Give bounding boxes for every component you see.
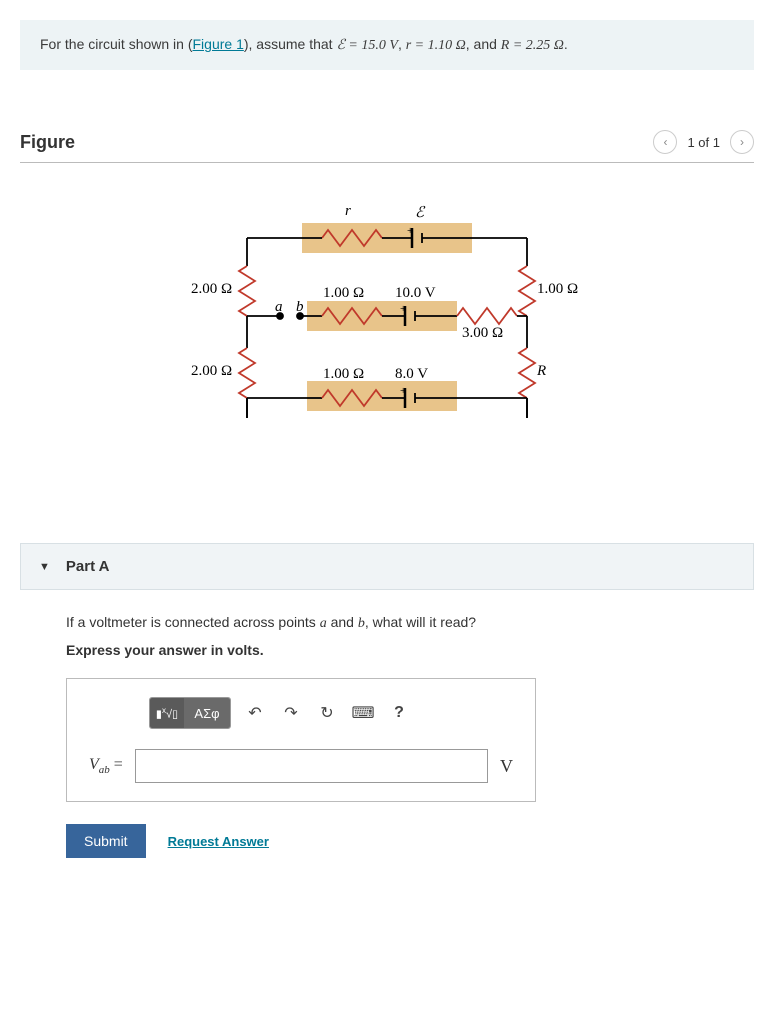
circuit-left-bottom-r: 2.00 Ω bbox=[191, 363, 232, 380]
chevron-left-icon: ‹ bbox=[663, 135, 667, 149]
reset-icon: ↻ bbox=[320, 703, 333, 723]
undo-button[interactable]: ↶ bbox=[243, 701, 267, 725]
circuit-node-a: a bbox=[275, 299, 283, 316]
problem-text-5: . bbox=[564, 36, 568, 52]
request-answer-link[interactable]: Request Answer bbox=[168, 834, 269, 849]
answer-input[interactable] bbox=[135, 749, 488, 783]
problem-text-3: , bbox=[398, 36, 406, 52]
question-var-a: a bbox=[320, 616, 327, 631]
r-equation: r = 1.10 Ω bbox=[406, 38, 466, 53]
svg-text:+: + bbox=[400, 303, 406, 315]
circuit-svg: + + + bbox=[187, 203, 587, 453]
answer-unit: V bbox=[500, 756, 513, 777]
redo-button[interactable]: ↷ bbox=[279, 701, 303, 725]
R-equation: R = 2.25 Ω bbox=[501, 38, 564, 53]
chevron-right-icon: › bbox=[740, 135, 744, 149]
answer-var-sub: ab bbox=[99, 764, 110, 776]
figure-pager: 1 of 1 bbox=[687, 135, 720, 150]
circuit-node-b: b bbox=[296, 299, 304, 316]
circuit-bot-v: 8.0 V bbox=[395, 366, 428, 383]
answer-toolbar: ▮x√▯ ΑΣφ ↶ ↷ ↻ ⌨ ? bbox=[149, 697, 513, 729]
instruction-text: Express your answer in volts. bbox=[66, 642, 724, 658]
help-button[interactable]: ? bbox=[387, 701, 411, 725]
circuit-right-top-r: 1.00 Ω bbox=[537, 281, 578, 298]
part-title: Part A bbox=[66, 558, 110, 575]
answer-variable: Vab = bbox=[89, 756, 123, 776]
circuit-e-label: ℰ bbox=[415, 203, 424, 222]
svg-text:+: + bbox=[400, 385, 406, 397]
figure-header: Figure ‹ 1 of 1 › bbox=[20, 130, 754, 163]
circuit-left-top-r: 2.00 Ω bbox=[191, 281, 232, 298]
problem-text-4: , and bbox=[466, 36, 501, 52]
problem-text-1: For the circuit shown in ( bbox=[40, 36, 193, 52]
undo-icon: ↶ bbox=[248, 703, 261, 723]
circuit-mid-v1: 10.0 V bbox=[395, 285, 436, 302]
part-a-body: If a voltmeter is connected across point… bbox=[20, 590, 754, 888]
figure-prev-button[interactable]: ‹ bbox=[653, 130, 677, 154]
figure-area: + + + r ℰ 2.00 Ω 2.00 Ω 1.00 Ω R 1.00 Ω … bbox=[20, 203, 754, 453]
emf-equation: ℰ = 15.0 V bbox=[336, 38, 397, 53]
figure-title: Figure bbox=[20, 132, 75, 153]
circuit-right-bottom-r: R bbox=[537, 363, 546, 380]
actions: Submit Request Answer bbox=[66, 824, 724, 858]
keyboard-button[interactable]: ⌨ bbox=[351, 701, 375, 725]
circuit-mid-r2: 3.00 Ω bbox=[462, 325, 503, 342]
answer-row: Vab = V bbox=[89, 749, 513, 783]
circuit-bot-r: 1.00 Ω bbox=[323, 366, 364, 383]
svg-text:+: + bbox=[407, 225, 413, 237]
redo-icon: ↷ bbox=[284, 703, 297, 723]
circuit-diagram: + + + r ℰ 2.00 Ω 2.00 Ω 1.00 Ω R 1.00 Ω … bbox=[187, 203, 587, 453]
answer-var-v: V bbox=[89, 756, 99, 773]
part-a-header[interactable]: ▼ Part A bbox=[20, 543, 754, 590]
figure-link[interactable]: Figure 1 bbox=[193, 36, 244, 52]
format-group: ▮x√▯ ΑΣφ bbox=[149, 697, 231, 729]
question-text: If a voltmeter is connected across point… bbox=[66, 614, 724, 632]
figure-next-button[interactable]: › bbox=[730, 130, 754, 154]
answer-equals: = bbox=[110, 756, 123, 773]
figure-nav: ‹ 1 of 1 › bbox=[653, 130, 754, 154]
question-mid: and bbox=[327, 614, 358, 630]
chevron-down-icon: ▼ bbox=[39, 561, 50, 573]
answer-box: ▮x√▯ ΑΣφ ↶ ↷ ↻ ⌨ ? Vab = V bbox=[66, 678, 536, 802]
question-prefix: If a voltmeter is connected across point… bbox=[66, 614, 320, 630]
circuit-r-label: r bbox=[345, 203, 351, 220]
keyboard-icon: ⌨ bbox=[351, 703, 374, 723]
greek-button[interactable]: ΑΣφ bbox=[184, 698, 230, 728]
question-var-b: b bbox=[358, 616, 365, 631]
submit-button[interactable]: Submit bbox=[66, 824, 146, 858]
template-button[interactable]: ▮x√▯ bbox=[150, 698, 184, 728]
problem-text-2: ), assume that bbox=[244, 36, 337, 52]
circuit-mid-r1: 1.00 Ω bbox=[323, 285, 364, 302]
problem-statement: For the circuit shown in (Figure 1), ass… bbox=[20, 20, 754, 70]
fraction-root-icon: ▮x√▯ bbox=[156, 706, 178, 721]
question-suffix: , what will it read? bbox=[365, 614, 476, 630]
reset-button[interactable]: ↻ bbox=[315, 701, 339, 725]
